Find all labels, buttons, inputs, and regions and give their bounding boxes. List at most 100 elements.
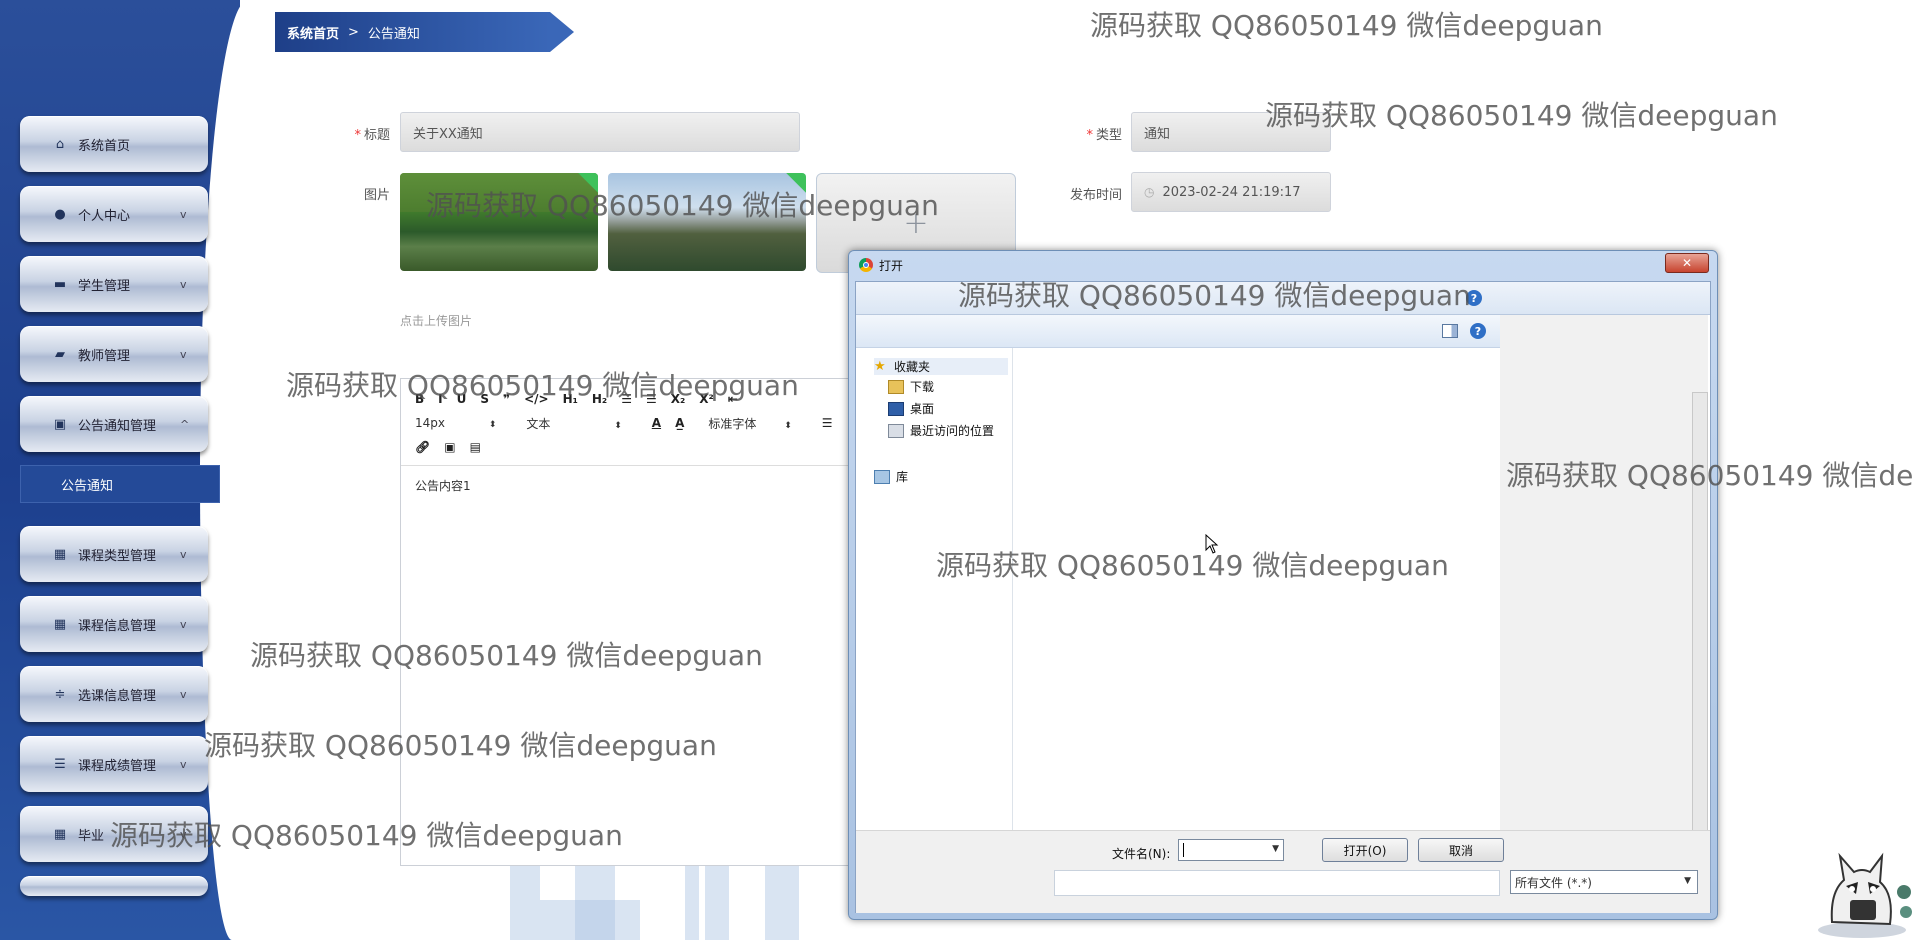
font-color-icon[interactable]: A bbox=[652, 416, 661, 430]
watermark: 源码获取 QQ86050149 微信deepguan bbox=[936, 549, 1449, 582]
chrome-icon bbox=[859, 258, 873, 272]
open-button[interactable]: 打开(O) bbox=[1322, 838, 1408, 862]
title-label: * 标题 bbox=[354, 128, 390, 143]
sidebar-item[interactable]: ▰ 教师管理 v bbox=[20, 326, 208, 382]
sidebar-item[interactable]: ▬ 学生管理 v bbox=[20, 256, 208, 312]
nav-recent-places[interactable]: 最近访问的位置 bbox=[888, 422, 994, 439]
font-size-select[interactable]: 14px ⬍ bbox=[415, 416, 496, 430]
sidebar-item[interactable]: ⌂ 系统首页 bbox=[20, 116, 208, 172]
dialog-close-button[interactable]: ✕ bbox=[1665, 253, 1709, 273]
image-label: 图片 bbox=[363, 188, 390, 203]
link-icon[interactable]: 🔗︎ bbox=[415, 440, 430, 454]
user-icon: ● bbox=[54, 206, 66, 222]
watermark: 源码获取 QQ86050149 微信deepguan bbox=[958, 279, 1471, 312]
mascot-icon bbox=[1818, 852, 1912, 938]
type-label: * 类型 bbox=[1086, 128, 1122, 143]
chevron-down-icon: v bbox=[180, 347, 187, 361]
editor-toolbar-row-3: 🔗︎ ▣ ▤ bbox=[415, 437, 495, 457]
watermark: 源码获取 QQ86050149 微信deepguan bbox=[426, 189, 939, 222]
chevron-down-icon: v bbox=[180, 617, 187, 631]
sidebar-item[interactable]: ≑ 选课信息管理 v bbox=[20, 666, 208, 722]
editor-content[interactable]: 公告内容1 bbox=[415, 477, 471, 494]
upload-hint: 点击上传图片 bbox=[400, 314, 473, 328]
chevron-down-icon: v bbox=[180, 687, 187, 701]
watermark: 源码获取 QQ86050149 微信deepguan bbox=[1506, 459, 1912, 492]
sidebar-item-label: 课程信息管理 bbox=[78, 618, 157, 634]
video-icon[interactable]: ▤ bbox=[470, 440, 481, 454]
dropdown-arrow-icon[interactable]: ▼ bbox=[1272, 844, 1279, 854]
watermark: 源码获取 QQ86050149 微信deepguan bbox=[1090, 9, 1603, 42]
block-type-select[interactable]: 文本 ⬍ bbox=[526, 415, 621, 432]
align-icon[interactable]: ☰ bbox=[822, 416, 833, 430]
watermark: 源码获取 QQ86050149 微信deepguan bbox=[204, 729, 717, 762]
path-display bbox=[1054, 870, 1500, 896]
sidebar-item[interactable]: ☰ 课程成绩管理 v bbox=[20, 736, 208, 792]
sidebar-item[interactable]: ▦ 课程类型管理 v bbox=[20, 526, 208, 582]
watermark: 源码获取 QQ86050149 微信deepguan bbox=[286, 369, 799, 402]
sidebar-item-label: 公告通知管理 bbox=[78, 418, 157, 434]
navigation-pane: ★ 收藏夹 下载 桌面 最近访问的位置 库 bbox=[856, 348, 1013, 830]
download-folder-icon bbox=[888, 379, 904, 394]
chevron-down-icon: v bbox=[180, 207, 187, 221]
nav-favorites[interactable]: ★ 收藏夹 bbox=[874, 358, 1008, 375]
preview-pane bbox=[1500, 315, 1708, 870]
briefcase-icon: ▬ bbox=[53, 276, 67, 292]
file-open-dialog: 打开 ✕ ? ? ★ 收藏夹 下载 桌面 最近访问的位置 库 文件名(N): ▼… bbox=[848, 250, 1718, 920]
nav-downloads[interactable]: 下载 bbox=[888, 378, 934, 395]
filename-input[interactable]: ▼ bbox=[1178, 839, 1284, 861]
recent-places-icon bbox=[888, 423, 904, 438]
chevron-down-icon: v bbox=[180, 547, 187, 561]
sidebar-item[interactable]: ● 个人中心 v bbox=[20, 186, 208, 242]
breadcrumb-current: 公告通知 bbox=[367, 26, 420, 42]
sidebar-item-label: 学生管理 bbox=[78, 278, 131, 294]
sliders-icon: ≑ bbox=[54, 686, 66, 702]
sidebar-item-label: 选课信息管理 bbox=[78, 688, 157, 704]
editor-toolbar-row-2: 14px ⬍ 文本 ⬍ A A̲ 标准字体 ⬍ ☰ bbox=[415, 413, 847, 433]
star-icon: ★ bbox=[874, 358, 886, 374]
help-icon[interactable]: ? bbox=[1470, 323, 1486, 339]
home-icon: ⌂ bbox=[55, 136, 65, 152]
cancel-button[interactable]: 取消 bbox=[1418, 838, 1504, 862]
background-color-icon[interactable]: A̲ bbox=[675, 416, 684, 430]
watermark: 源码获取 QQ86050149 微信deepguan bbox=[1265, 99, 1778, 132]
chevron-down-icon: v bbox=[180, 757, 187, 771]
breadcrumb-home-link[interactable]: 系统首页 bbox=[287, 23, 339, 42]
publish-time-input[interactable]: ◷ 2023-02-24 21:19:17 bbox=[1131, 172, 1331, 212]
sidebar-item-label: 课程成绩管理 bbox=[78, 758, 157, 774]
list-icon: ☰ bbox=[54, 756, 66, 772]
font-family-select[interactable]: 标准字体 ⬍ bbox=[708, 415, 791, 432]
grid-icon: ▦ bbox=[53, 546, 67, 562]
sidebar-item-partial[interactable] bbox=[20, 876, 208, 896]
rich-text-editor[interactable]: B I U S ❞ </> H₁ H₂ ☰ ☰ X₂ X² ⇤ 14px ⬍ 文本 ⬍ A A̲ 标准字… bbox=[400, 378, 852, 866]
sidebar-item[interactable]: ▦ 课程信息管理 v bbox=[20, 596, 208, 652]
preview-pane-icon[interactable] bbox=[1442, 324, 1458, 338]
filename-label: 文件名(N): bbox=[1112, 847, 1171, 861]
nav-desktop[interactable]: 桌面 bbox=[888, 400, 934, 417]
sidebar-item-label: 教师管理 bbox=[78, 348, 131, 364]
background-bar bbox=[540, 900, 640, 940]
chevron-down-icon: v bbox=[180, 277, 187, 291]
publish-time-label: 发布时间 bbox=[1069, 188, 1122, 203]
sidebar-item-label: 个人中心 bbox=[78, 208, 131, 224]
command-bar: ? bbox=[856, 315, 1500, 348]
sidebar-subitem-notice[interactable]: 公告通知 bbox=[20, 465, 220, 503]
watermark: 源码获取 QQ86050149 微信deepguan bbox=[250, 639, 763, 672]
chevron-up-icon: ^ bbox=[180, 417, 190, 431]
desktop-icon bbox=[888, 401, 904, 416]
breadcrumb-separator: > bbox=[348, 24, 359, 40]
grid-icon: ▦ bbox=[53, 616, 67, 632]
clipboard-icon: ▣ bbox=[53, 416, 67, 432]
clock-icon: ◷ bbox=[1144, 185, 1155, 199]
dropdown-arrow-icon: ▼ bbox=[1684, 876, 1691, 886]
filetype-select[interactable]: 所有文件 (*.*) ▼ bbox=[1510, 870, 1698, 894]
library-icon bbox=[874, 469, 890, 484]
sidebar-item[interactable]: ▣ 公告通知管理 ^ bbox=[20, 396, 208, 452]
nav-library[interactable]: 库 bbox=[874, 468, 908, 485]
title-input[interactable]: 关于XX通知 bbox=[400, 112, 800, 152]
dialog-titlebar: 打开 bbox=[859, 254, 903, 276]
wallet-icon: ▰ bbox=[55, 346, 65, 362]
sidebar-item-label: 课程类型管理 bbox=[78, 548, 157, 564]
breadcrumb: 系统首页 > 公告通知 bbox=[275, 12, 575, 52]
grid-icon: ▦ bbox=[53, 826, 67, 842]
image-icon[interactable]: ▣ bbox=[444, 440, 455, 454]
